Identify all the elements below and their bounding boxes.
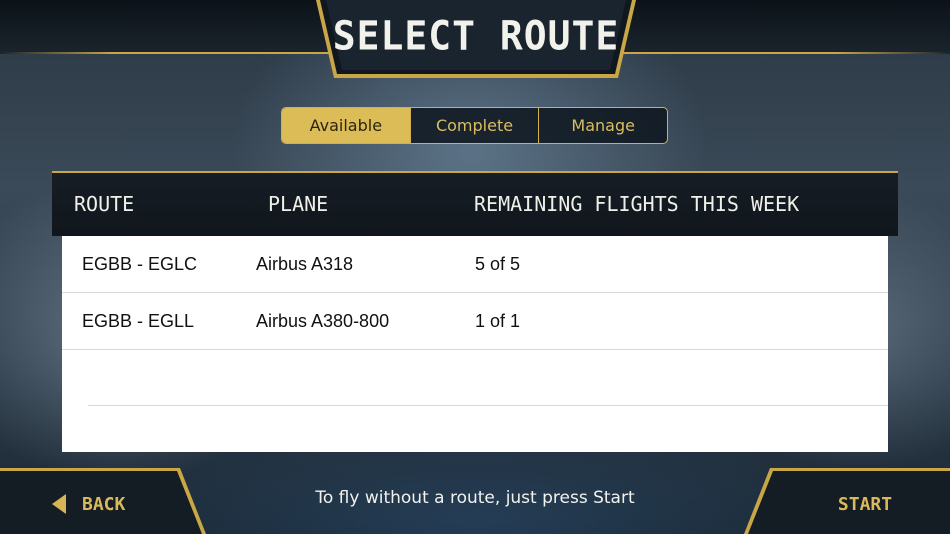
route-row[interactable]: EGBB - EGLL Airbus A380-800 1 of 1 (62, 293, 888, 350)
column-header-plane: PLANE (268, 192, 329, 216)
empty-row (62, 350, 888, 407)
remaining-cell: 1 of 1 (475, 311, 521, 331)
no-route-hint: To fly without a route, just press Start (315, 488, 635, 508)
tab-complete[interactable]: Complete (409, 108, 539, 143)
route-list: EGBB - EGLC Airbus A318 5 of 5 EGBB - EG… (62, 236, 888, 452)
route-row[interactable]: EGBB - EGLC Airbus A318 5 of 5 (62, 236, 888, 293)
start-button[interactable]: START (820, 486, 910, 522)
start-button-label: START (837, 493, 893, 515)
tab-available[interactable]: Available (282, 108, 410, 143)
route-cell: EGBB - EGLL (82, 311, 195, 331)
column-header-remaining: REMAINING FLIGHTS THIS WEEK (474, 192, 800, 216)
tab-manage[interactable]: Manage (538, 108, 667, 143)
remaining-cell: 5 of 5 (475, 254, 521, 274)
back-arrow-icon (52, 494, 66, 514)
plane-cell: Airbus A380-800 (256, 311, 390, 331)
route-filter-tabs: Available Complete Manage (281, 107, 668, 144)
empty-row-divider (88, 405, 888, 406)
plane-cell: Airbus A318 (256, 254, 354, 274)
route-cell: EGBB - EGLC (82, 254, 198, 274)
back-button-label: BACK (82, 493, 126, 515)
page-title: SELECT ROUTE (332, 12, 620, 60)
back-button[interactable]: BACK (46, 486, 156, 522)
column-header-route: ROUTE (74, 192, 135, 216)
